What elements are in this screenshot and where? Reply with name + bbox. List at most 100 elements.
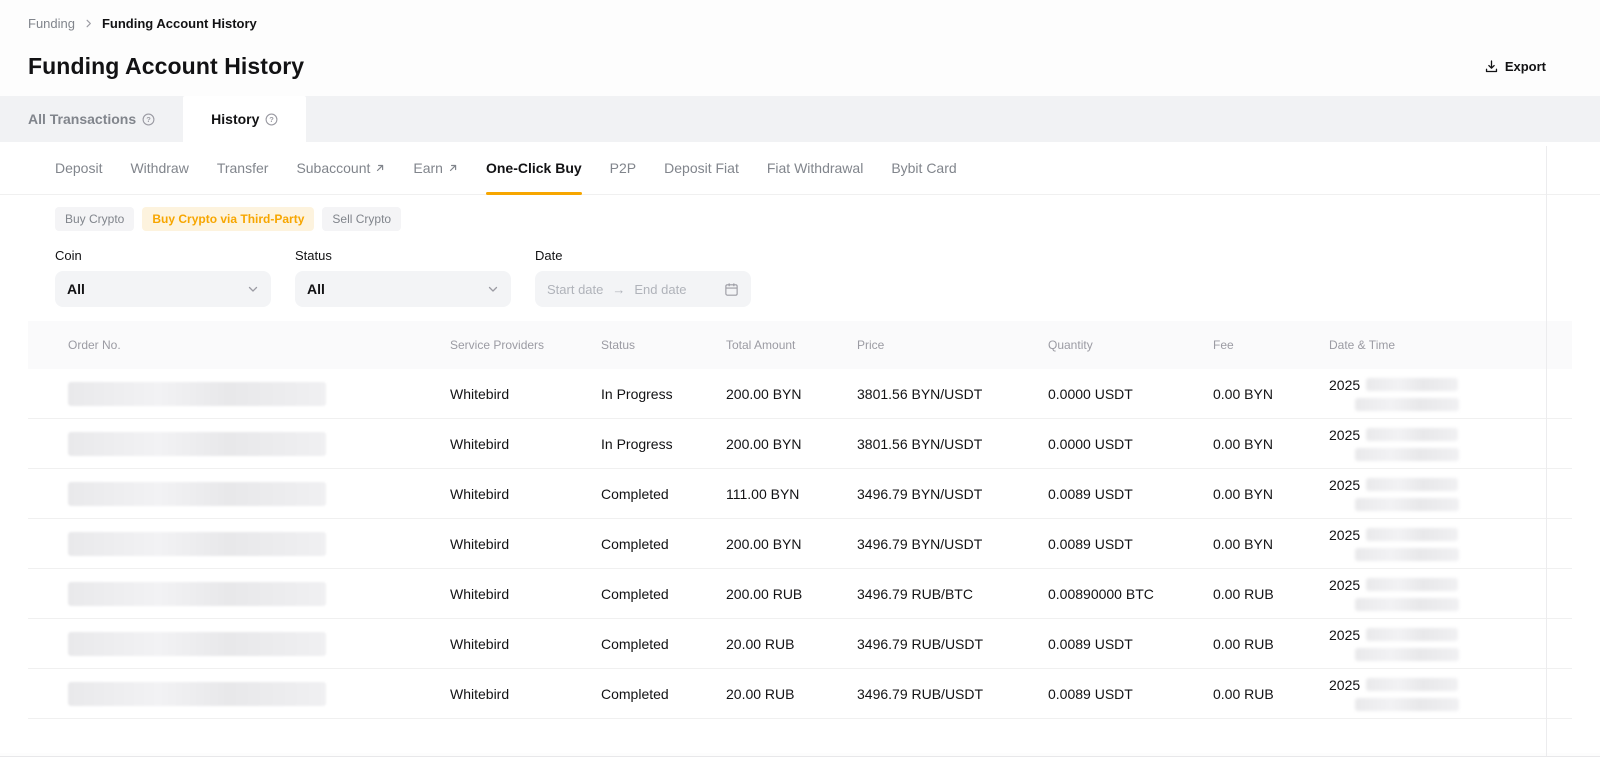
chevron-down-icon [487, 283, 499, 295]
subnav-item-label: Deposit Fiat [664, 160, 739, 176]
price-cell: 3496.79 RUB/USDT [857, 636, 1048, 652]
price-cell: 3801.56 BYN/USDT [857, 436, 1048, 452]
provider-cell: Whitebird [450, 386, 601, 402]
tab-label: All Transactions [28, 111, 136, 127]
column-header-order-no: Order No. [68, 338, 450, 352]
subnav-item-label: Deposit [55, 160, 102, 176]
status-cell: Completed [601, 636, 726, 652]
price-cell: 3801.56 BYN/USDT [857, 386, 1048, 402]
transactions-table: Order No.Service ProvidersStatusTotal Am… [28, 321, 1572, 719]
redacted-order-no [68, 632, 326, 656]
breadcrumb-link-funding[interactable]: Funding [28, 16, 75, 31]
subnav-item-transfer[interactable]: Transfer [217, 142, 269, 194]
redacted-date [1366, 628, 1458, 641]
tab-history[interactable]: History? [183, 96, 306, 142]
status-filter: Status All [295, 248, 511, 307]
fee-cell: 0.00 BYN [1213, 486, 1329, 502]
date-time-cell: 2025 [1329, 427, 1572, 461]
price-cell: 3496.79 BYN/USDT [857, 486, 1048, 502]
subnav-item-deposit-fiat[interactable]: Deposit Fiat [664, 142, 739, 194]
table-row: WhitebirdCompleted111.00 BYN3496.79 BYN/… [28, 469, 1572, 519]
subnav-item-label: Transfer [217, 160, 269, 176]
date-time-cell: 2025 [1329, 677, 1572, 711]
redacted-time [1355, 398, 1459, 411]
status-cell: Completed [601, 686, 726, 702]
pill-group: Buy Crypto Buy Crypto via Third-Party Sell… [0, 195, 1600, 231]
start-date-input[interactable]: Start date [547, 282, 603, 297]
date-range-picker[interactable]: Start date → End date [535, 271, 751, 307]
table-header: Order No.Service ProvidersStatusTotal Am… [28, 321, 1572, 369]
title-row: Funding Account History Export [0, 31, 1600, 80]
column-header-quantity: Quantity [1048, 338, 1213, 352]
column-header-price: Price [857, 338, 1048, 352]
order-no-cell [68, 582, 450, 606]
end-date-input[interactable]: End date [634, 282, 686, 297]
total-amount-cell: 111.00 BYN [726, 486, 857, 502]
subnav-item-label: Subaccount [296, 160, 370, 176]
quantity-cell: 0.0089 USDT [1048, 636, 1213, 652]
total-amount-cell: 200.00 BYN [726, 436, 857, 452]
fee-cell: 0.00 RUB [1213, 686, 1329, 702]
date-year: 2025 [1329, 477, 1360, 493]
redacted-time [1355, 448, 1459, 461]
fee-cell: 0.00 RUB [1213, 636, 1329, 652]
tab-all-transactions[interactable]: All Transactions? [0, 96, 183, 142]
order-no-cell [68, 432, 450, 456]
redacted-date [1366, 678, 1458, 691]
export-label: Export [1505, 59, 1546, 74]
content-panel: Deposit Withdraw Transfer Subaccount Earn One… [0, 142, 1600, 753]
redacted-order-no [68, 532, 326, 556]
export-button[interactable]: Export [1484, 59, 1546, 74]
date-time-cell: 2025 [1329, 377, 1572, 411]
coin-select-value: All [67, 281, 85, 297]
subnav-item-label: P2P [610, 160, 636, 176]
pill-buy-crypto[interactable]: Buy Crypto [55, 207, 134, 231]
tabbar: All Transactions?History? [0, 96, 1600, 142]
subnav-item-label: Bybit Card [891, 160, 956, 176]
subnav-item-one-click-buy[interactable]: One-Click Buy [486, 142, 582, 194]
coin-select[interactable]: All [55, 271, 271, 307]
status-select[interactable]: All [295, 271, 511, 307]
subnav-item-withdraw[interactable]: Withdraw [130, 142, 188, 194]
redacted-time [1355, 548, 1459, 561]
column-header-status: Status [601, 338, 726, 352]
filters: Coin All Status All Date [0, 231, 1600, 307]
status-cell: In Progress [601, 386, 726, 402]
subnav-item-subaccount[interactable]: Subaccount [296, 142, 385, 194]
subnav-item-p2p[interactable]: P2P [610, 142, 636, 194]
status-cell: In Progress [601, 436, 726, 452]
tab-label: History [211, 111, 259, 127]
breadcrumb-current: Funding Account History [102, 16, 257, 31]
date-year: 2025 [1329, 627, 1360, 643]
fee-cell: 0.00 BYN [1213, 436, 1329, 452]
svg-text:?: ? [146, 115, 151, 124]
subnav-item-deposit[interactable]: Deposit [55, 142, 102, 194]
subnav-item-earn[interactable]: Earn [413, 142, 458, 194]
date-year: 2025 [1329, 577, 1360, 593]
quantity-cell: 0.0000 USDT [1048, 386, 1213, 402]
column-header-date-time: Date & Time [1329, 338, 1572, 352]
subnav-item-label: Earn [413, 160, 443, 176]
provider-cell: Whitebird [450, 436, 601, 452]
pill-sell-crypto[interactable]: Sell Crypto [322, 207, 401, 231]
page-title: Funding Account History [28, 53, 304, 80]
quantity-cell: 0.00890000 BTC [1048, 586, 1213, 602]
external-link-icon [375, 163, 385, 173]
total-amount-cell: 20.00 RUB [726, 686, 857, 702]
price-cell: 3496.79 BYN/USDT [857, 536, 1048, 552]
subnav-item-fiat-withdrawal[interactable]: Fiat Withdrawal [767, 142, 863, 194]
redacted-date [1366, 478, 1458, 491]
scrollbar-track[interactable] [1546, 146, 1547, 757]
fee-cell: 0.00 BYN [1213, 386, 1329, 402]
total-amount-cell: 200.00 BYN [726, 386, 857, 402]
coin-filter: Coin All [55, 248, 271, 307]
date-range-arrow-icon: → [612, 282, 625, 297]
order-no-cell [68, 682, 450, 706]
date-year: 2025 [1329, 427, 1360, 443]
info-icon: ? [142, 113, 155, 126]
table-row: WhitebirdCompleted20.00 RUB3496.79 RUB/U… [28, 669, 1572, 719]
pill-buy-crypto-via-third-party[interactable]: Buy Crypto via Third-Party [142, 207, 314, 231]
redacted-date [1366, 428, 1458, 441]
subnav-item-bybit-card[interactable]: Bybit Card [891, 142, 956, 194]
column-header-total-amount: Total Amount [726, 338, 857, 352]
